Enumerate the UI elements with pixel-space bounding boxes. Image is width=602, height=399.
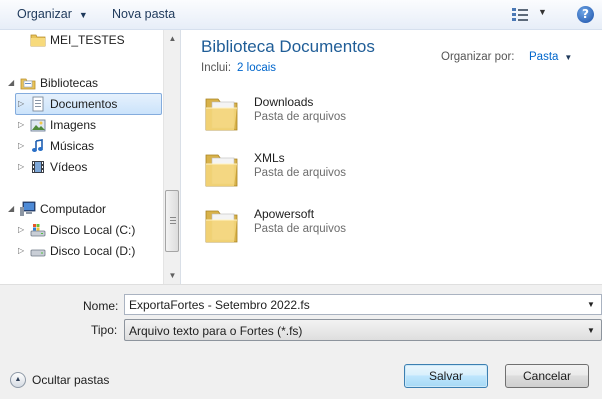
file-name: Apowersoft — [254, 207, 315, 221]
command-bar: Organizar ▼ Nova pasta ▼ ? — [0, 0, 602, 30]
chevron-up-icon: ▲ — [10, 372, 26, 388]
cancel-button[interactable]: Cancelar — [505, 364, 589, 388]
drive-icon — [30, 249, 46, 257]
nav-scrollbar[interactable]: ▲ ▼ — [163, 30, 180, 284]
nav-item-label: Bibliotecas — [40, 76, 99, 90]
collapsed-arrow-icon[interactable]: ▷ — [18, 241, 24, 261]
libraries-icon — [20, 78, 36, 90]
folder-icon — [205, 210, 238, 243]
scroll-up-icon[interactable]: ▲ — [164, 30, 181, 47]
folder-icon — [30, 34, 46, 47]
nav-item-label: Imagens — [50, 118, 97, 132]
collapsed-arrow-icon[interactable]: ▷ — [18, 94, 24, 114]
library-title: Biblioteca Documentos — [201, 37, 375, 56]
file-item-apowersoft[interactable]: Apowersoft Pasta de arquivos — [200, 202, 580, 250]
navigation-pane: MEI_TESTES ◢ Bibliotecas ▷ Documentos ▷ … — [0, 30, 181, 284]
collapsed-arrow-icon[interactable]: ▷ — [18, 157, 24, 177]
folder-icon — [205, 154, 238, 187]
file-type-value: Arquivo texto para o Fortes (*.fs) — [129, 324, 303, 338]
nav-item-label: Disco Local (D:) — [50, 244, 136, 258]
nav-item-label: Disco Local (C:) — [50, 223, 136, 237]
locations-link[interactable]: 2 locais — [237, 62, 276, 74]
view-details-icon — [512, 7, 528, 22]
pictures-icon — [30, 119, 46, 132]
hide-folders-label: Ocultar pastas — [32, 373, 110, 387]
file-name-label: Nome: — [83, 299, 119, 313]
nav-item-label: Músicas — [50, 139, 95, 153]
change-view-button[interactable]: ▼ — [512, 6, 552, 24]
help-icon[interactable]: ? — [577, 6, 594, 23]
chevron-down-icon: ▼ — [78, 10, 88, 20]
save-form: Nome: ▼ Tipo: Arquivo texto para o Forte… — [0, 284, 602, 399]
grip-icon — [170, 217, 176, 225]
file-name-input[interactable] — [124, 294, 602, 315]
include-label: Inclui: — [201, 62, 232, 74]
chevron-down-icon[interactable]: ▼ — [587, 300, 595, 309]
file-type: Pasta de arquivos — [254, 111, 347, 123]
videos-icon — [32, 161, 44, 173]
arrange-by-label: Organizar por: — [441, 51, 515, 63]
arrange-by-dropdown[interactable]: Pasta ▼ — [529, 51, 572, 63]
music-icon — [32, 139, 43, 152]
documents-icon — [32, 96, 44, 112]
expanded-arrow-icon[interactable]: ◢ — [8, 73, 14, 93]
file-name: Downloads — [254, 95, 314, 109]
library-includes: Inclui: 2 locais — [201, 62, 276, 74]
nav-item-label: Vídeos — [50, 160, 88, 174]
system-drive-icon — [30, 224, 46, 237]
file-type: Pasta de arquivos — [254, 223, 347, 235]
nav-item-label: Documentos — [50, 97, 118, 111]
chevron-down-icon: ▼ — [564, 53, 573, 62]
file-type: Pasta de arquivos — [254, 167, 347, 179]
arrange-by-value: Pasta — [529, 51, 559, 63]
scroll-down-icon[interactable]: ▼ — [164, 267, 181, 284]
organize-label: Organizar — [17, 7, 72, 21]
chevron-down-icon: ▼ — [538, 7, 547, 17]
computer-icon — [20, 201, 36, 216]
collapsed-arrow-icon[interactable]: ▷ — [18, 220, 24, 240]
collapsed-arrow-icon[interactable]: ▷ — [18, 136, 24, 156]
file-item-downloads[interactable]: Downloads Pasta de arquivos — [200, 90, 580, 138]
new-folder-button[interactable]: Nova pasta — [112, 7, 175, 21]
folder-icon — [205, 98, 238, 131]
file-type-label: Tipo: — [91, 323, 118, 337]
file-type-select[interactable]: Arquivo texto para o Fortes (*.fs) ▼ — [124, 319, 602, 341]
collapsed-arrow-icon[interactable]: ▷ — [18, 115, 24, 135]
nav-item-label: MEI_TESTES — [50, 33, 125, 47]
nav-item-label: Computador — [40, 202, 107, 216]
file-name: XMLs — [254, 151, 285, 165]
organize-menu-button[interactable]: Organizar ▼ — [17, 7, 88, 21]
file-item-xmls[interactable]: XMLs Pasta de arquivos — [200, 146, 580, 194]
expanded-arrow-icon[interactable]: ◢ — [8, 199, 14, 219]
chevron-down-icon: ▼ — [587, 326, 595, 335]
scrollbar-thumb[interactable] — [165, 190, 179, 252]
save-button[interactable]: Salvar — [404, 364, 488, 388]
